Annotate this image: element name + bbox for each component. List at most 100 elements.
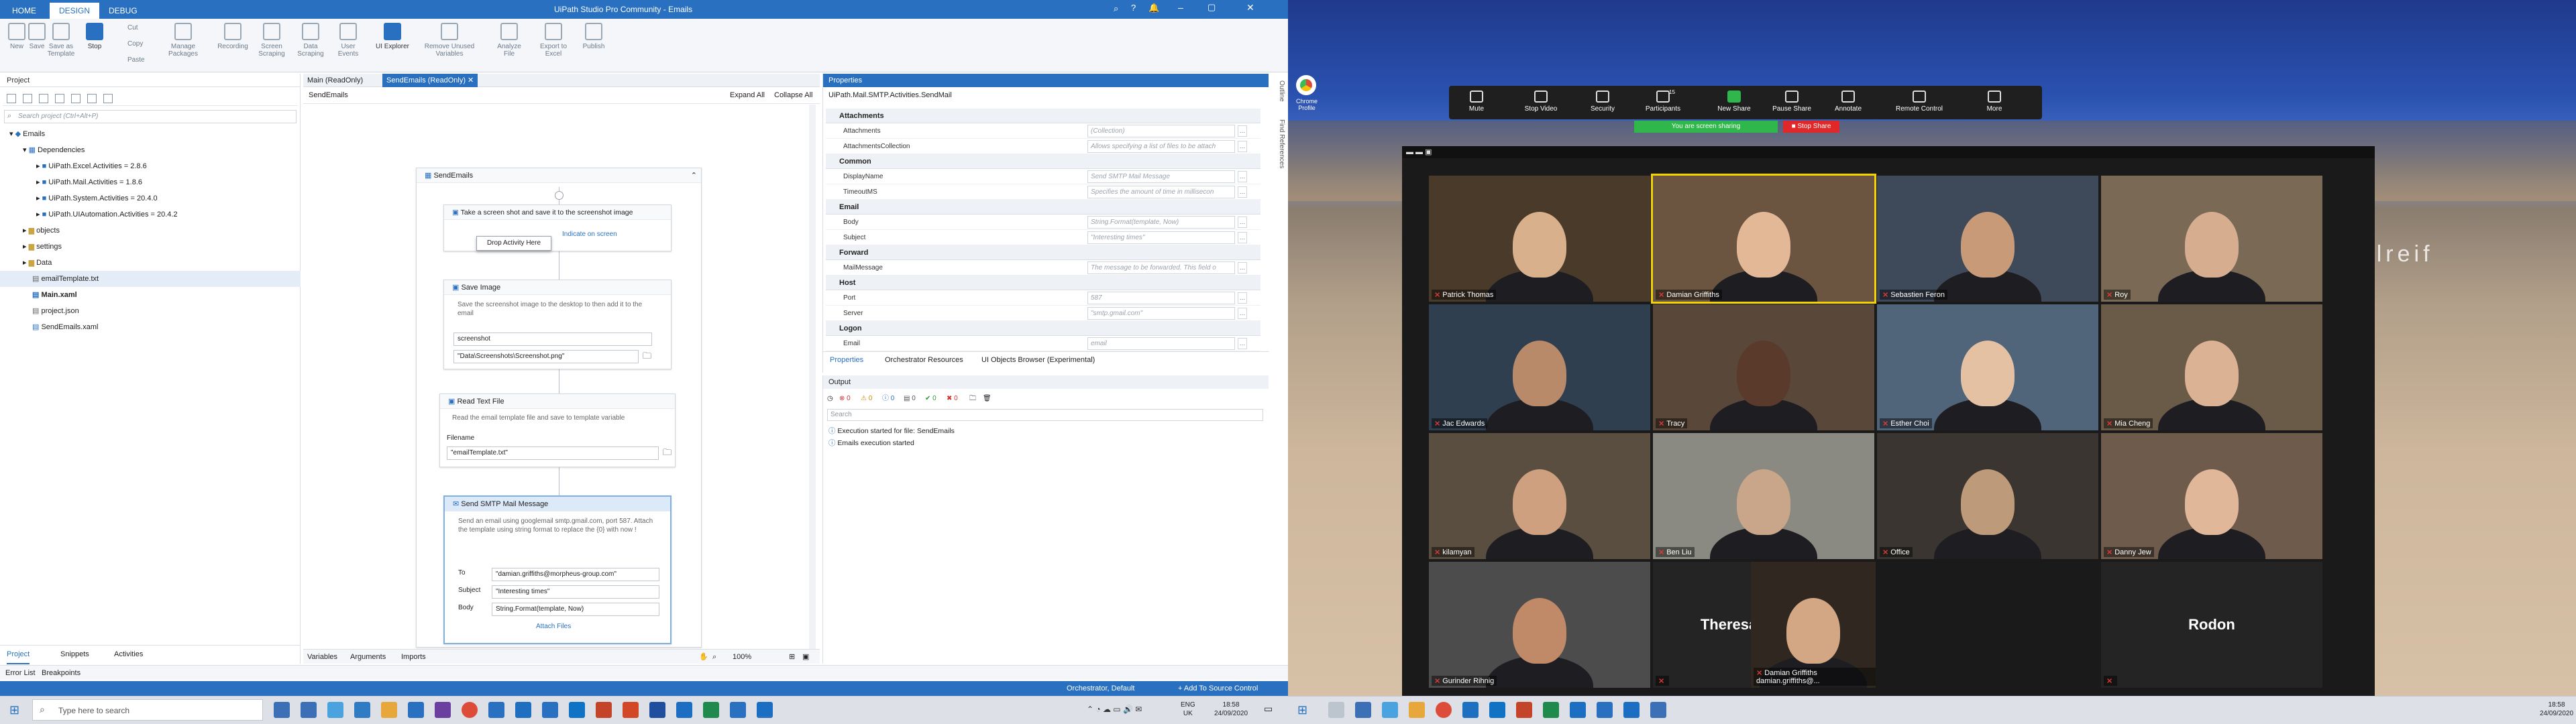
tab-debug[interactable]: DEBUG [99,3,147,19]
taskbar-app-icon[interactable] [488,702,504,718]
overview-icon[interactable]: ▣ [802,650,809,664]
data-scraping-button[interactable]: Data Scraping [294,21,327,68]
screen-scraping-button[interactable]: Screen Scraping [255,21,288,68]
annotate-button[interactable]: Annotate [1826,89,1870,113]
property-value[interactable]: The message to be forwarded. This field … [1087,261,1235,274]
remove-unused-variables-button[interactable]: Remove Unused Variables [423,21,476,68]
filename-field[interactable]: "emailTemplate.txt" [447,446,659,460]
subject-field[interactable]: "Interesting times" [492,585,659,599]
tab-activities[interactable]: Activities [114,646,143,663]
participant-tile[interactable]: Rodon ⨯ [2101,562,2322,688]
taskbar-app-icon[interactable] [623,702,639,718]
info-filter[interactable]: ⓘ 0 [882,391,894,406]
zoom-level[interactable]: 100% [733,650,751,664]
settings-icon[interactable] [103,94,113,103]
clock[interactable]: 18:58 24/09/2020 [1214,701,1248,718]
attach-files-link[interactable]: Attach Files [536,623,571,630]
property-value[interactable]: 587 [1087,292,1235,304]
participants-button[interactable]: Participants 15 [1641,89,1685,113]
chrome-desktop-icon[interactable] [1296,75,1316,95]
expression-editor-button[interactable]: … [1238,217,1247,228]
participant-tile[interactable]: ⨯ Danny Jew [2101,433,2322,559]
designer-scrollbar[interactable] [809,105,816,649]
participant-tile[interactable]: ⨯ Jac Edwards [1429,304,1650,430]
tree-item-email-template[interactable]: ▤ emailTemplate.txt [0,271,301,287]
minimize-icon[interactable]: – [1178,2,1183,13]
property-section-header[interactable]: Host [826,276,1260,290]
participant-tile[interactable]: ⨯ Damian Griffiths [1651,174,1876,304]
tab-design[interactable]: DESIGN [50,3,100,19]
excel-icon[interactable] [1543,702,1559,718]
maximize-icon[interactable]: ▢ [1208,2,1216,13]
new-share-button[interactable]: New Share [1712,89,1756,113]
body-field[interactable]: String.Format(template, Now) [492,603,659,616]
outlook-icon[interactable] [1489,702,1505,718]
pan-icon[interactable]: ✋ [699,650,708,664]
tree-item-send-emails[interactable]: ▤ SendEmails.xaml [0,319,301,335]
clear-icon[interactable]: 🗑 [983,391,991,406]
browse-folder-icon[interactable]: 🗀 [663,446,672,461]
tab-project[interactable]: Project [7,646,30,664]
output-search-input[interactable]: Search [827,409,1263,421]
taskbar-search-input[interactable]: ⌕ Type here to search [32,699,263,721]
zoom-app-icon[interactable] [327,702,343,718]
error-filter[interactable]: ⊗ 0 [839,391,851,406]
tab-orchestrator-resources[interactable]: Orchestrator Resources [885,352,963,368]
powerpoint-icon[interactable] [596,702,612,718]
property-value[interactable]: "Interesting times" [1087,231,1235,244]
property-section-header[interactable]: Common [826,154,1260,169]
uipath-studio-icon[interactable] [1623,702,1640,718]
activity-take-screenshot[interactable]: ▣ Take a screen shot and save it to the … [443,204,672,251]
expression-editor-button[interactable]: … [1238,292,1247,304]
search-icon[interactable] [1328,702,1344,718]
tree-item-emails[interactable]: ▾ ◆ Emails [0,126,301,142]
taskbar-app-icon[interactable] [1597,702,1613,718]
activity-save-image[interactable]: ▣ Save Image Save the screenshot image t… [443,280,672,369]
close-icon[interactable]: ✕ [1246,2,1254,13]
add-activity-icon[interactable] [555,191,564,200]
property-value[interactable]: email [1087,337,1235,350]
property-section-header[interactable]: Logon [826,321,1260,336]
project-search-input[interactable]: ⌕ Search project (Ctrl+Alt+P) [4,110,297,123]
notification-center-icon[interactable]: ▭ [1264,703,1273,715]
tab-find-references[interactable]: Find References [1278,119,1285,168]
expression-editor-button[interactable]: … [1238,308,1247,319]
clock-icon[interactable]: ◷ [827,391,833,406]
chrome-desktop-label[interactable]: Chrome Profile [1288,98,1326,111]
outlook-icon[interactable] [569,702,585,718]
refresh-icon[interactable] [39,94,48,103]
open-logs-icon[interactable]: 🗀 [969,391,976,406]
uipath-icon[interactable] [1570,702,1586,718]
save-as-template-button[interactable]: Save as Template [44,21,78,68]
participant-tile[interactable]: ⨯ Office [1877,433,2098,559]
notification-icon[interactable]: 🔔 [1148,3,1159,13]
windows-start-icon[interactable]: ⊞ [1297,703,1307,717]
window-controls-icon[interactable]: ▬ ▬ ▣ [1406,147,1432,156]
copy-button[interactable]: Copy [127,40,143,48]
user-events-button[interactable]: User Events [331,21,365,68]
file-explorer-icon[interactable] [381,702,397,718]
fit-screen-icon[interactable]: ⊞ [789,650,795,664]
expression-editor-button[interactable]: … [1238,232,1247,243]
fatal-filter[interactable]: ✖ 0 [947,391,958,406]
windows-start-icon[interactable]: ⊞ [9,703,19,717]
tree-item-dependency[interactable]: ▸ ■ UiPath.Mail.Activities = 1.8.6 [0,174,301,190]
new-file-icon[interactable] [71,94,80,103]
tree-item-dependency[interactable]: ▸ ■ UiPath.Excel.Activities = 2.8.6 [0,158,301,174]
chrome-icon[interactable] [462,702,478,718]
property-value[interactable]: Send SMTP Mail Message [1087,170,1235,183]
tab-breakpoints[interactable]: Breakpoints [42,666,80,680]
uipath-icon[interactable] [676,702,692,718]
tab-ui-objects-browser[interactable]: UI Objects Browser (Experimental) [981,352,1095,368]
expand-icon[interactable] [23,94,32,103]
tab-properties[interactable]: Properties [830,352,863,368]
success-filter[interactable]: ✔ 0 [925,391,936,406]
taskbar-app-icon[interactable] [435,702,451,718]
open-folder-icon[interactable] [55,94,64,103]
stop-button[interactable]: Stop [78,21,111,68]
taskbar-app-icon[interactable] [730,702,746,718]
more-button[interactable]: More [1972,89,2017,113]
file-explorer-icon[interactable] [1409,702,1425,718]
recording-button[interactable]: Recording [216,21,250,68]
security-button[interactable]: Security [1580,89,1625,113]
